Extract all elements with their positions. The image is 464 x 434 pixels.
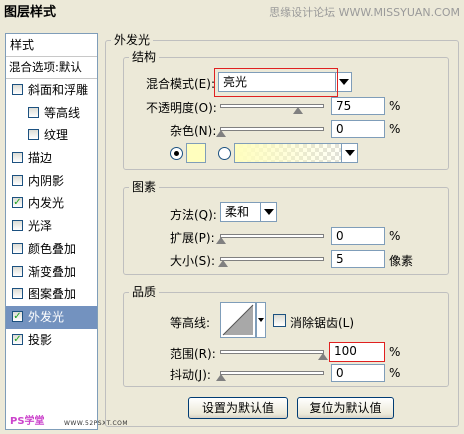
style-item-label: 斜面和浮雕 xyxy=(28,83,89,97)
style-item[interactable]: 颜色叠加 xyxy=(6,238,97,261)
panel-title: 外发光 xyxy=(111,31,154,48)
spread-slider[interactable] xyxy=(216,234,324,244)
make-default-button[interactable]: 设置为默认值 xyxy=(188,397,288,419)
style-item-checkbox[interactable]: ✓ xyxy=(12,197,23,209)
style-item-checkbox[interactable] xyxy=(28,106,39,118)
size-label: 大小(S): xyxy=(170,254,216,268)
jitter-slider-thumb[interactable] xyxy=(216,374,226,381)
jitter-percent: % xyxy=(389,366,401,380)
style-item-label: 内发光 xyxy=(28,196,65,211)
style-item[interactable]: 纹理 xyxy=(6,124,97,147)
style-item[interactable]: 渐变叠加 xyxy=(6,261,97,284)
noise-label: 杂色(N): xyxy=(170,124,217,138)
chevron-down-icon xyxy=(260,203,276,221)
style-item-checkbox[interactable] xyxy=(12,220,23,232)
noise-input[interactable]: 0 xyxy=(331,120,385,138)
elements-title: 图素 xyxy=(129,178,160,195)
antialias-label: 消除锯齿(L) xyxy=(290,316,355,330)
style-item-checkbox[interactable] xyxy=(12,265,23,277)
styles-list: 样式 混合选项:默认 斜面和浮雕等高线纹理描边内阴影 ✓ 内发光光泽颜色叠加渐变叠加… xyxy=(5,33,128,430)
style-item-checkbox[interactable]: ✓ xyxy=(12,310,23,322)
spread-slider-thumb[interactable] xyxy=(216,237,226,244)
contour-dropdown[interactable] xyxy=(256,302,266,338)
spread-percent: % xyxy=(389,229,401,243)
blend-options-item[interactable]: 混合选项:默认 xyxy=(6,57,97,79)
glow-color-swatch[interactable] xyxy=(186,143,206,163)
technique-value: 柔和 xyxy=(225,205,250,219)
contour-picker[interactable] xyxy=(220,302,256,338)
size-slider[interactable] xyxy=(218,257,324,267)
quality-title: 品质 xyxy=(129,283,160,300)
watermark: 思缘设计论坛 WWW.MISSYUAN.COM xyxy=(269,6,460,19)
window-title: 图层样式 xyxy=(4,5,57,20)
style-item-label: 图案叠加 xyxy=(28,287,77,302)
style-item-checkbox[interactable]: ✓ xyxy=(12,333,23,345)
style-item[interactable]: ✓ 投影 xyxy=(6,329,97,352)
antialias-checkbox[interactable] xyxy=(273,314,286,327)
spread-label: 扩展(P): xyxy=(170,231,215,245)
style-item-label: 外发光 xyxy=(28,309,65,324)
style-item-label: 颜色叠加 xyxy=(28,241,77,256)
size-slider-thumb[interactable] xyxy=(218,260,229,267)
style-item-checkbox[interactable] xyxy=(12,242,23,254)
style-item-label: 光泽 xyxy=(28,219,53,234)
size-input[interactable]: 5 xyxy=(331,250,385,268)
solid-color-radio[interactable] xyxy=(170,147,183,160)
gradient-picker[interactable] xyxy=(234,143,358,163)
style-item-label: 投影 xyxy=(28,332,53,347)
style-item-checkbox[interactable] xyxy=(12,288,23,300)
range-label: 范围(R): xyxy=(170,347,216,361)
style-item[interactable]: 内阴影 xyxy=(6,170,97,193)
opacity-percent: % xyxy=(389,99,401,113)
style-item-checkbox[interactable] xyxy=(28,129,39,141)
opacity-slider-thumb[interactable] xyxy=(292,107,303,114)
styles-header[interactable]: 样式 xyxy=(6,34,97,57)
jitter-label: 抖动(J): xyxy=(170,368,211,382)
style-item[interactable]: 图案叠加 xyxy=(6,283,97,306)
style-item[interactable]: 光泽 xyxy=(6,215,97,238)
structure-title: 结构 xyxy=(129,48,160,65)
style-item-label: 等高线 xyxy=(44,105,81,120)
style-item-label: 内阴影 xyxy=(28,173,65,188)
style-item-checkbox[interactable] xyxy=(12,174,23,186)
noise-percent: % xyxy=(389,122,401,136)
style-item[interactable]: ✓ 外发光 xyxy=(6,305,97,329)
style-item-label: 渐变叠加 xyxy=(28,264,77,279)
title-bar: 图层样式 思缘设计论坛 WWW.MISSYUAN.COM xyxy=(0,0,464,20)
style-item-checkbox[interactable] xyxy=(12,84,23,95)
jitter-slider[interactable] xyxy=(216,371,324,381)
style-item[interactable]: ✓ 内发光 xyxy=(6,192,97,215)
size-unit: 像素 xyxy=(389,254,414,268)
ps-logo: PS学堂 xyxy=(10,416,45,427)
technique-select[interactable]: 柔和 xyxy=(220,202,277,222)
style-item-checkbox[interactable] xyxy=(12,152,23,164)
opacity-input[interactable]: 75 xyxy=(331,97,385,115)
spread-input[interactable]: 0 xyxy=(331,227,385,245)
contour-curve-icon xyxy=(222,304,254,336)
contour-label: 等高线: xyxy=(170,316,211,330)
style-item[interactable]: 斜面和浮雕 xyxy=(6,79,97,102)
gradient-radio[interactable] xyxy=(218,147,231,160)
range-input[interactable]: 100 xyxy=(329,342,385,362)
technique-label: 方法(Q): xyxy=(170,208,217,222)
style-item-label: 纹理 xyxy=(44,128,69,143)
reset-default-button[interactable]: 复位为默认值 xyxy=(297,397,394,419)
opacity-slider[interactable] xyxy=(220,104,324,114)
blend-mode-label: 混合模式(E): xyxy=(146,77,215,91)
noise-slider-thumb[interactable] xyxy=(216,130,226,137)
noise-slider[interactable] xyxy=(216,127,324,137)
range-percent: % xyxy=(389,345,401,359)
highlight-box xyxy=(214,68,338,97)
style-item[interactable]: 等高线 xyxy=(6,102,97,125)
range-slider-thumb[interactable] xyxy=(318,353,328,360)
style-item-label: 描边 xyxy=(28,151,53,166)
style-item[interactable]: 描边 xyxy=(6,147,97,170)
opacity-label: 不透明度(O): xyxy=(146,101,217,115)
jitter-input[interactable]: 0 xyxy=(331,364,385,382)
range-slider[interactable] xyxy=(220,350,328,360)
chevron-down-icon xyxy=(341,144,357,162)
